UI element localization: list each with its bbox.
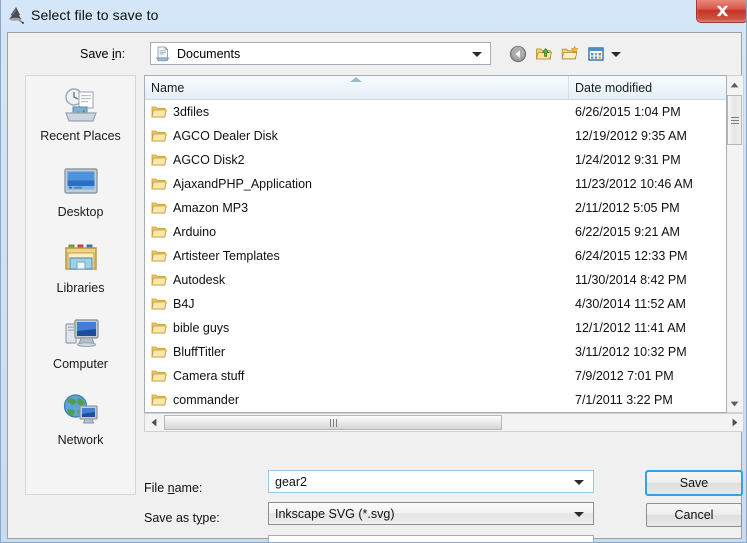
save-as-type-value: Inkscape SVG (*.svg) bbox=[275, 506, 395, 521]
chevron-down-icon[interactable] bbox=[574, 480, 584, 485]
close-button[interactable] bbox=[696, 0, 746, 23]
dialog-content: Save in: Documents Recent Places Desktop… bbox=[7, 32, 744, 542]
cancel-button[interactable]: Cancel bbox=[646, 503, 742, 527]
save-as-type-label: Save as type: bbox=[144, 511, 220, 525]
inkscape-logo-icon bbox=[9, 7, 24, 24]
save-button[interactable]: Save bbox=[645, 470, 743, 496]
window-title: Select file to save to bbox=[31, 7, 159, 23]
save-as-type-dropdown[interactable]: Inkscape SVG (*.svg) bbox=[268, 502, 594, 525]
file-name-value: gear2 bbox=[275, 474, 307, 489]
close-icon bbox=[716, 5, 728, 16]
title-bar[interactable]: Select file to save to bbox=[1, 0, 746, 30]
chevron-down-icon bbox=[574, 512, 584, 517]
title-input[interactable] bbox=[268, 535, 594, 542]
file-name-label: File name: bbox=[144, 481, 203, 495]
save-form: File name: gear2 Save as type: Inkscape … bbox=[8, 33, 743, 542]
save-dialog-window: Select file to save to Save in: Document bbox=[0, 0, 747, 543]
file-name-input[interactable]: gear2 bbox=[268, 470, 594, 493]
